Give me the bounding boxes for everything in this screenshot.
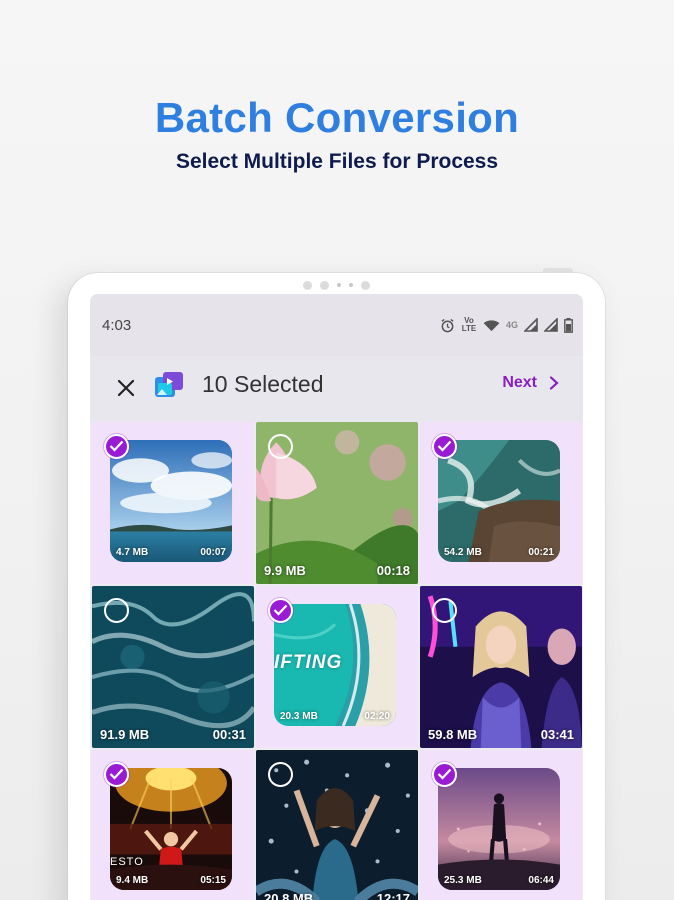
camera-lens — [361, 280, 370, 290]
next-label: Next — [502, 374, 537, 391]
app-logo-icon — [155, 372, 183, 397]
next-button[interactable]: Next — [502, 374, 559, 392]
video-thumbnail: ESTO 9.4 MB 05:15 — [110, 768, 232, 890]
video-duration: 12:17 — [376, 891, 410, 900]
status-time: 4:03 — [102, 317, 132, 334]
video-tile[interactable]: 91.9 MB 00:31 — [92, 586, 254, 748]
video-duration: 00:07 — [200, 547, 226, 558]
battery-icon — [564, 317, 573, 333]
video-duration: 02:20 — [364, 711, 390, 722]
signal-icon — [524, 318, 538, 332]
video-thumbnail: IFTING 20.3 MB 02:20 — [274, 604, 396, 726]
chevron-right-icon — [549, 376, 559, 390]
subheadline: Select Multiple Files for Process — [175, 150, 499, 173]
status-bar: 4:03 Vo LTE 4G — [90, 294, 583, 356]
file-size: 20.8 MB — [264, 891, 314, 900]
video-overlay-text: IFTING — [274, 652, 343, 673]
file-size: 25.3 MB — [444, 875, 482, 886]
file-size: 54.2 MB — [444, 547, 482, 558]
app-bar: 10 Selected Next — [90, 356, 583, 422]
video-thumbnail: 4.7 MB 00:07 — [110, 440, 232, 562]
file-size: 59.8 MB — [428, 727, 478, 742]
volte-icon: Vo LTE — [461, 316, 477, 333]
video-tile[interactable]: ESTO 9.4 MB 05:15 — [92, 750, 254, 900]
sensor-dot — [349, 283, 353, 287]
sensor-dot — [303, 280, 312, 290]
video-duration: 00:18 — [376, 563, 410, 578]
video-duration: 00:31 — [212, 727, 246, 742]
sensor-dot — [320, 280, 329, 290]
video-thumbnail: 54.2 MB 00:21 — [438, 440, 560, 562]
signal-icon — [544, 318, 558, 332]
unchecked-circle-icon[interactable] — [432, 598, 457, 623]
video-thumbnail: 25.3 MB 06:44 — [438, 768, 560, 890]
close-icon[interactable] — [112, 374, 140, 402]
network-type-label: 4G — [505, 320, 518, 330]
video-grid: 4.7 MB 00:07 9.9 MB 00:18 54.2 MB 00:21 … — [90, 422, 583, 900]
status-icons: Vo LTE 4G — [440, 317, 573, 333]
video-overlay-text: ESTO — [110, 856, 144, 868]
tablet-frame: 4:03 Vo LTE 4G 10 Selected Next 4.7 MB 0… — [68, 273, 605, 900]
checkmark-icon[interactable] — [268, 598, 293, 623]
video-tile[interactable]: 20.8 MB 12:17 — [256, 750, 418, 900]
video-tile[interactable]: 54.2 MB 00:21 — [420, 422, 582, 584]
video-duration: 05:15 — [200, 875, 226, 886]
sensor-dot — [337, 283, 341, 287]
camera-bar — [68, 279, 605, 291]
video-duration: 06:44 — [528, 875, 554, 886]
selection-count: 10 Selected — [202, 371, 324, 397]
unchecked-circle-icon[interactable] — [268, 762, 293, 787]
checkmark-icon[interactable] — [432, 762, 457, 787]
video-tile[interactable]: 59.8 MB 03:41 — [420, 586, 582, 748]
file-size: 4.7 MB — [116, 547, 149, 558]
video-duration: 03:41 — [540, 727, 574, 742]
video-tile[interactable]: 25.3 MB 06:44 — [420, 750, 582, 900]
checkmark-icon[interactable] — [432, 434, 457, 459]
unchecked-circle-icon[interactable] — [268, 434, 293, 459]
video-duration: 00:21 — [528, 547, 554, 558]
video-tile[interactable]: IFTING 20.3 MB 02:20 — [256, 586, 418, 748]
alarm-icon — [441, 318, 454, 332]
video-tile[interactable]: 9.9 MB 00:18 — [256, 422, 418, 584]
unchecked-circle-icon[interactable] — [104, 598, 129, 623]
headline: Batch Conversion — [154, 94, 520, 141]
file-size: 91.9 MB — [100, 727, 150, 742]
checkmark-icon[interactable] — [104, 434, 129, 459]
file-size: 9.9 MB — [264, 563, 306, 578]
wifi-icon — [483, 319, 500, 331]
video-tile[interactable]: 4.7 MB 00:07 — [92, 422, 254, 584]
checkmark-icon[interactable] — [104, 762, 129, 787]
file-size: 20.3 MB — [280, 711, 318, 722]
device-screen: 4:03 Vo LTE 4G 10 Selected Next 4.7 MB 0… — [90, 294, 583, 900]
file-size: 9.4 MB — [116, 875, 149, 886]
